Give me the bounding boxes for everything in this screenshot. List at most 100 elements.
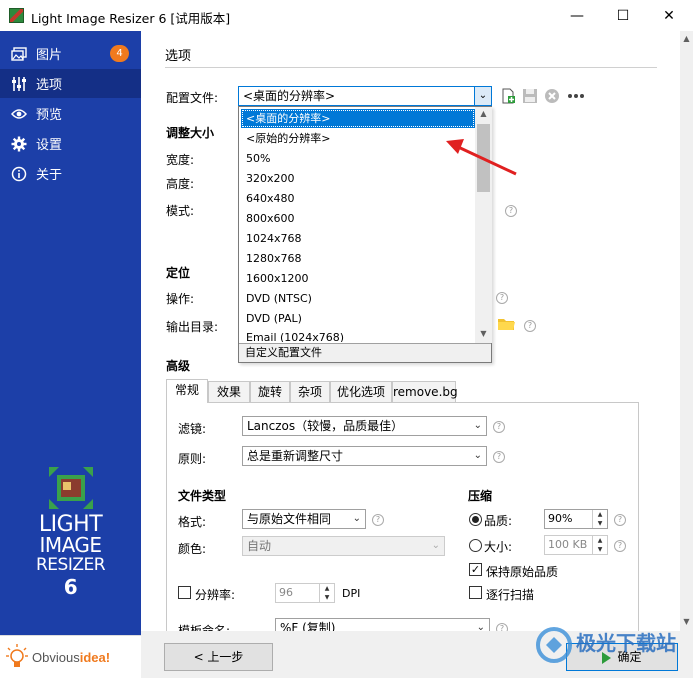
help-icon[interactable]: ? xyxy=(372,514,384,526)
spinner-arrows-icon[interactable]: ▲ ▼ xyxy=(592,536,607,554)
brand-name: Obviousidea! xyxy=(32,650,110,665)
watermark: 极光下载站 xyxy=(532,621,692,669)
sidebar-item-label: 图片 xyxy=(36,48,63,63)
quality-radio[interactable] xyxy=(469,513,482,526)
dropdown-option[interactable]: 1280x768 xyxy=(241,249,475,268)
help-icon[interactable]: ? xyxy=(493,451,505,463)
app-icon xyxy=(9,8,24,23)
rule-select[interactable]: 总是重新调整尺寸 ⌄ xyxy=(242,446,487,466)
back-button[interactable]: < 上一步 xyxy=(164,643,273,671)
help-icon[interactable]: ? xyxy=(493,421,505,433)
tab-remove-bg[interactable]: remove.bg xyxy=(392,381,458,402)
lightbulb-icon xyxy=(6,644,28,670)
scroll-up-arrow[interactable]: ▲ xyxy=(680,34,693,43)
keep-quality-checkbox[interactable]: ✓ xyxy=(469,563,482,576)
dropdown-option[interactable]: 640x480 xyxy=(241,189,475,208)
sidebar-item-about[interactable]: 关于 xyxy=(0,159,141,188)
scroll-down-arrow[interactable]: ▼ xyxy=(475,329,492,338)
mode-label: 模式: xyxy=(166,204,195,218)
sidebar-item-options[interactable]: 选项 xyxy=(0,69,141,98)
sidebar-item-preview[interactable]: 预览 xyxy=(0,99,141,128)
maximize-button[interactable]: ☐ xyxy=(600,0,646,31)
tab-rotate[interactable]: 旋转 xyxy=(250,381,290,402)
brand-prefix: Obvious xyxy=(32,649,80,665)
sidebar-item-label: 关于 xyxy=(36,168,63,183)
compression-heading: 压缩 xyxy=(468,489,493,503)
dropdown-option[interactable]: DVD (PAL) xyxy=(241,309,475,328)
filter-label: 滤镜: xyxy=(178,422,207,436)
more-options-icon[interactable] xyxy=(567,88,584,104)
dropdown-option[interactable]: Email (1024x768) xyxy=(241,328,475,342)
size-radio[interactable] xyxy=(469,539,482,552)
folder-icon[interactable] xyxy=(498,317,515,333)
dropdown-option[interactable]: 1600x1200 xyxy=(241,269,475,288)
chevron-down-icon[interactable]: ⌄ xyxy=(474,87,491,105)
sidebar-item-label: 选项 xyxy=(36,78,63,93)
main-scrollbar[interactable]: ▲ ▼ xyxy=(680,31,693,631)
help-icon[interactable]: ? xyxy=(505,205,517,217)
logo-text-light: LIGHT xyxy=(38,512,103,537)
tab-misc[interactable]: 杂项 xyxy=(290,381,330,402)
dropdown-option[interactable]: 1024x768 xyxy=(241,229,475,248)
sidebar-item-settings[interactable]: 设置 xyxy=(0,129,141,158)
output-folder-label: 输出目录: xyxy=(166,320,219,334)
eye-icon xyxy=(10,105,28,123)
help-icon[interactable]: ? xyxy=(496,292,508,304)
resolution-checkbox[interactable] xyxy=(178,586,191,599)
progressive-checkbox[interactable] xyxy=(469,586,482,599)
filter-select-value: Lanczos（较慢，品质最佳） xyxy=(247,419,404,433)
dropdown-option[interactable]: 800x600 xyxy=(241,209,475,228)
chevron-down-icon: ⌄ xyxy=(473,450,482,461)
filter-select[interactable]: Lanczos（较慢，品质最佳） ⌄ xyxy=(242,416,487,436)
images-icon xyxy=(10,45,28,63)
quality-label: 品质: xyxy=(484,514,513,528)
sidebar-item-images[interactable]: 图片 4 xyxy=(0,39,141,68)
product-logo: LIGHT IMAGE RESIZER 6 xyxy=(0,467,141,597)
help-icon[interactable]: ? xyxy=(614,540,626,552)
brand-bar[interactable]: Obviousidea! xyxy=(0,635,141,678)
sidebar-item-label: 设置 xyxy=(36,138,63,153)
save-profile-icon[interactable] xyxy=(522,88,538,104)
delete-profile-icon[interactable] xyxy=(544,88,560,104)
format-label: 格式: xyxy=(178,515,207,529)
resolution-spinner[interactable]: 96 ▲ ▼ xyxy=(275,583,335,603)
dropdown-option[interactable]: DVD (NTSC) xyxy=(241,289,475,308)
profile-select[interactable]: <桌面的分辨率> ⌄ xyxy=(238,86,492,106)
image-count-badge: 4 xyxy=(110,45,129,62)
resolution-value: 96 xyxy=(279,586,293,599)
help-icon[interactable]: ? xyxy=(614,514,626,526)
gear-icon xyxy=(10,135,28,153)
window-title: Light Image Resizer 6 [试用版本] xyxy=(31,11,231,26)
divider xyxy=(165,67,657,68)
color-select-value: 自动 xyxy=(247,539,272,553)
size-spinner[interactable]: 100 KB ▲ ▼ xyxy=(544,535,608,555)
keep-quality-label: 保持原始品质 xyxy=(486,565,559,579)
spinner-arrows-icon[interactable]: ▲ ▼ xyxy=(592,510,607,528)
resize-heading: 调整大小 xyxy=(166,126,215,140)
scroll-up-arrow[interactable]: ▲ xyxy=(475,109,492,118)
tab-optimize[interactable]: 优化选项 xyxy=(330,381,392,402)
title-bar: Light Image Resizer 6 [试用版本] — ☐ ✕ xyxy=(0,0,693,31)
size-label: 大小: xyxy=(484,540,513,554)
height-label: 高度: xyxy=(166,177,195,191)
brand-suffix: idea! xyxy=(79,649,111,665)
resolution-label: 分辨率: xyxy=(195,588,236,602)
format-select-value: 与原始文件相同 xyxy=(247,512,332,526)
dropdown-option[interactable]: <桌面的分辨率> xyxy=(241,109,475,128)
quality-spinner[interactable]: 90% ▲ ▼ xyxy=(544,509,608,529)
close-button[interactable]: ✕ xyxy=(646,0,692,31)
minimize-button[interactable]: — xyxy=(554,0,600,31)
chevron-down-icon: ⌄ xyxy=(352,513,361,524)
tab-effects[interactable]: 效果 xyxy=(208,381,250,402)
format-select[interactable]: 与原始文件相同 ⌄ xyxy=(242,509,366,529)
sidebar-item-label: 预览 xyxy=(36,108,63,123)
spinner-arrows-icon[interactable]: ▲ ▼ xyxy=(319,584,334,602)
color-select[interactable]: 自动 ⌄ xyxy=(242,536,445,556)
tab-general[interactable]: 常规 xyxy=(166,379,208,403)
rule-label: 原则: xyxy=(178,452,207,466)
new-profile-icon[interactable] xyxy=(500,88,516,104)
custom-profile-option[interactable]: 自定义配置文件 xyxy=(239,343,491,362)
help-icon[interactable]: ? xyxy=(524,320,536,332)
filetype-heading: 文件类型 xyxy=(178,489,227,503)
progressive-label: 逐行扫描 xyxy=(486,588,535,602)
